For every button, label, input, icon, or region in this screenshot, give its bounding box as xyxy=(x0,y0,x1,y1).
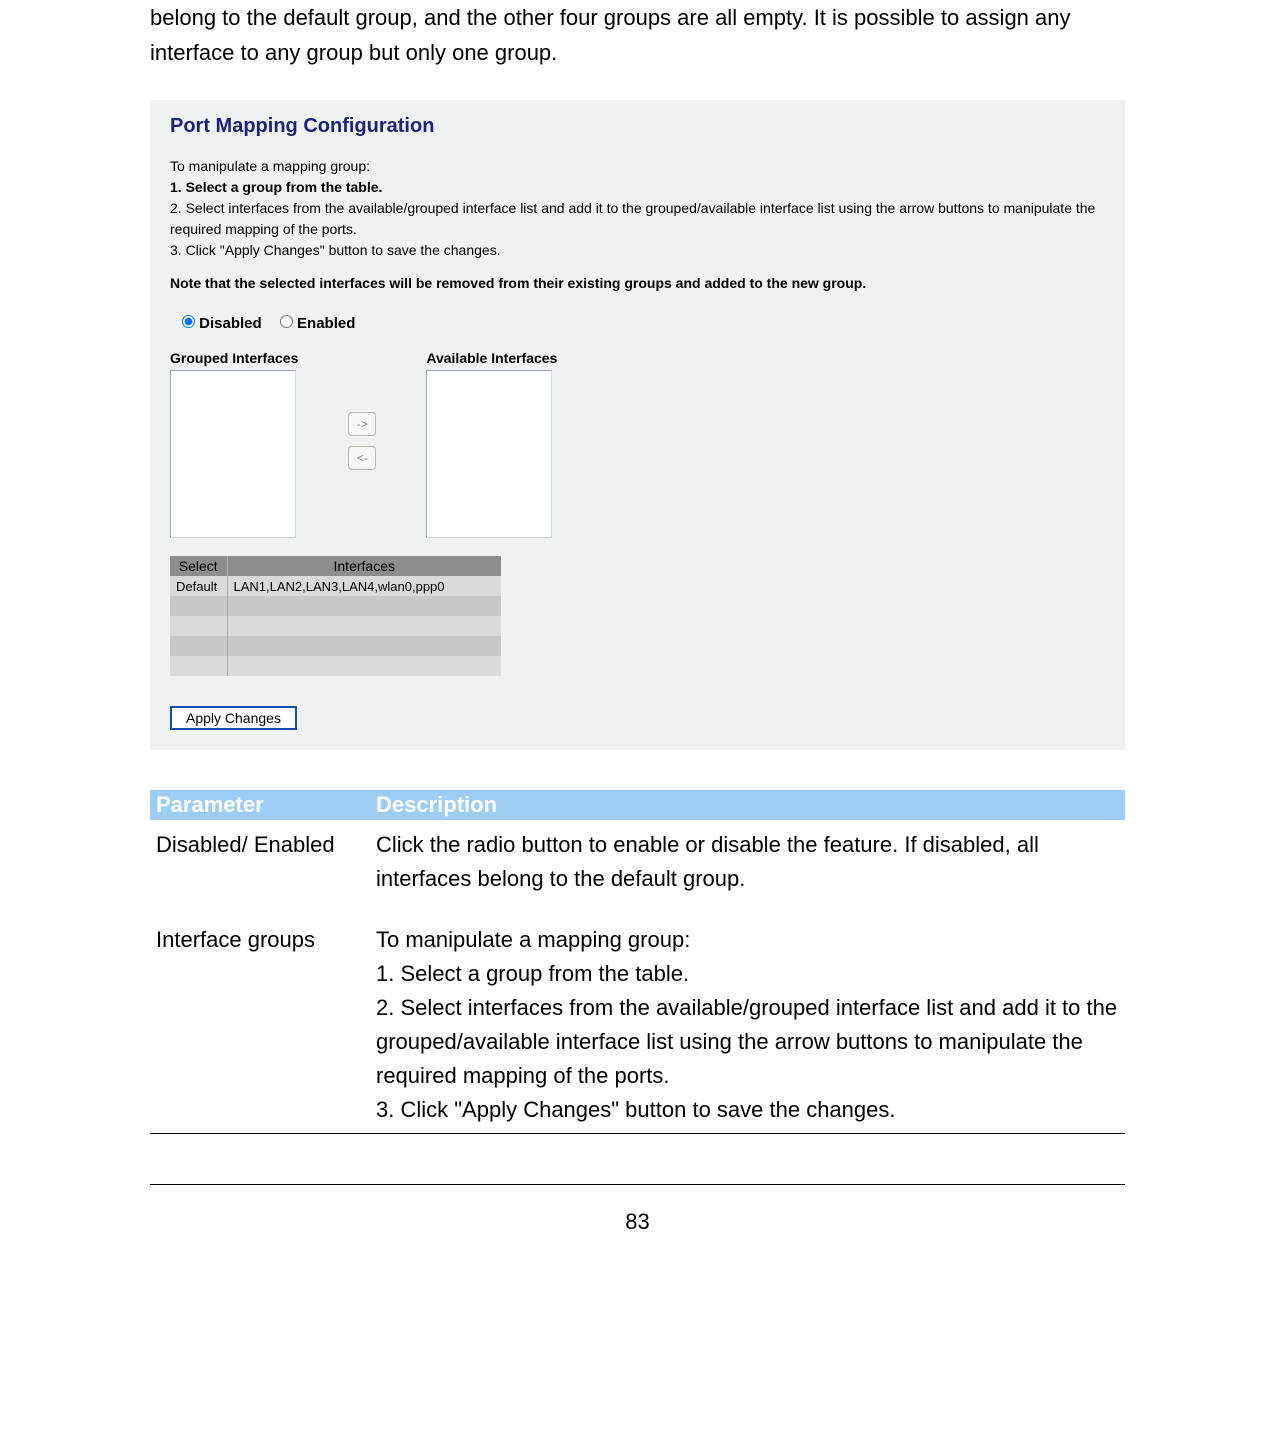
page-footer: 83 xyxy=(150,1184,1125,1235)
grouped-label: Grouped Interfaces xyxy=(170,350,298,366)
radio-disabled[interactable]: Disabled xyxy=(182,315,266,332)
move-right-button[interactable]: -> xyxy=(348,412,376,436)
radio-disabled-label: Disabled xyxy=(199,315,262,332)
param-desc: To manipulate a mapping group: 1. Select… xyxy=(370,915,1125,1134)
arrow-buttons: -> <- xyxy=(348,350,376,470)
instr-step-2: 2. Select interfaces from the available/… xyxy=(170,198,1105,240)
param-row: Interface groups To manipulate a mapping… xyxy=(150,915,1125,1134)
table-row[interactable] xyxy=(170,656,501,676)
cell-interfaces xyxy=(227,596,501,616)
parameter-description-table: Parameter Description Disabled/ Enabled … xyxy=(150,790,1125,1134)
grouped-listbox[interactable] xyxy=(170,370,296,538)
th-parameter: Parameter xyxy=(150,790,370,820)
panel-instructions: To manipulate a mapping group: 1. Select… xyxy=(170,156,1105,261)
cell-select xyxy=(170,656,227,676)
grouped-column: Grouped Interfaces xyxy=(170,350,298,538)
radio-enabled-input[interactable] xyxy=(280,315,293,328)
th-description: Description xyxy=(370,790,1125,820)
intro-paragraph: belong to the default group, and the oth… xyxy=(150,0,1125,70)
cell-select xyxy=(170,636,227,656)
enable-disable-row: Disabled Enabled xyxy=(182,315,1105,332)
radio-enabled-label: Enabled xyxy=(297,315,355,332)
apply-changes-button[interactable]: Apply Changes xyxy=(170,706,297,730)
cell-interfaces xyxy=(227,656,501,676)
th-select: Select xyxy=(170,556,227,576)
radio-disabled-input[interactable] xyxy=(182,315,195,328)
cell-interfaces: LAN1,LAN2,LAN3,LAN4,wlan0,ppp0 xyxy=(227,576,501,596)
th-interfaces: Interfaces xyxy=(227,556,501,576)
page-number: 83 xyxy=(625,1209,649,1234)
panel-title: Port Mapping Configuration xyxy=(170,115,1105,138)
cell-select: Default xyxy=(170,576,227,596)
available-column: Available Interfaces xyxy=(426,350,557,538)
table-row[interactable]: Default LAN1,LAN2,LAN3,LAN4,wlan0,ppp0 xyxy=(170,576,501,596)
cell-interfaces xyxy=(227,636,501,656)
table-row[interactable] xyxy=(170,616,501,636)
port-mapping-panel: Port Mapping Configuration To manipulate… xyxy=(150,100,1125,750)
param-name: Interface groups xyxy=(150,915,370,1134)
table-row[interactable] xyxy=(170,636,501,656)
panel-note: Note that the selected interfaces will b… xyxy=(170,275,1105,291)
cell-select xyxy=(170,596,227,616)
instr-lead: To manipulate a mapping group: xyxy=(170,156,1105,177)
cell-interfaces xyxy=(227,616,501,636)
param-name: Disabled/ Enabled xyxy=(150,820,370,914)
table-row[interactable] xyxy=(170,596,501,616)
param-row: Disabled/ Enabled Click the radio button… xyxy=(150,820,1125,914)
instr-step-1: 1. Select a group from the table. xyxy=(170,177,1105,198)
instr-step-3: 3. Click "Apply Changes" button to save … xyxy=(170,240,1105,261)
available-listbox[interactable] xyxy=(426,370,552,538)
cell-select xyxy=(170,616,227,636)
interface-transfer: Grouped Interfaces -> <- Available Inter… xyxy=(170,350,1105,538)
interface-table: Select Interfaces Default LAN1,LAN2,LAN3… xyxy=(170,556,501,676)
available-label: Available Interfaces xyxy=(426,350,557,366)
move-left-button[interactable]: <- xyxy=(348,446,376,470)
radio-enabled[interactable]: Enabled xyxy=(280,315,356,332)
param-desc: Click the radio button to enable or disa… xyxy=(370,820,1125,914)
